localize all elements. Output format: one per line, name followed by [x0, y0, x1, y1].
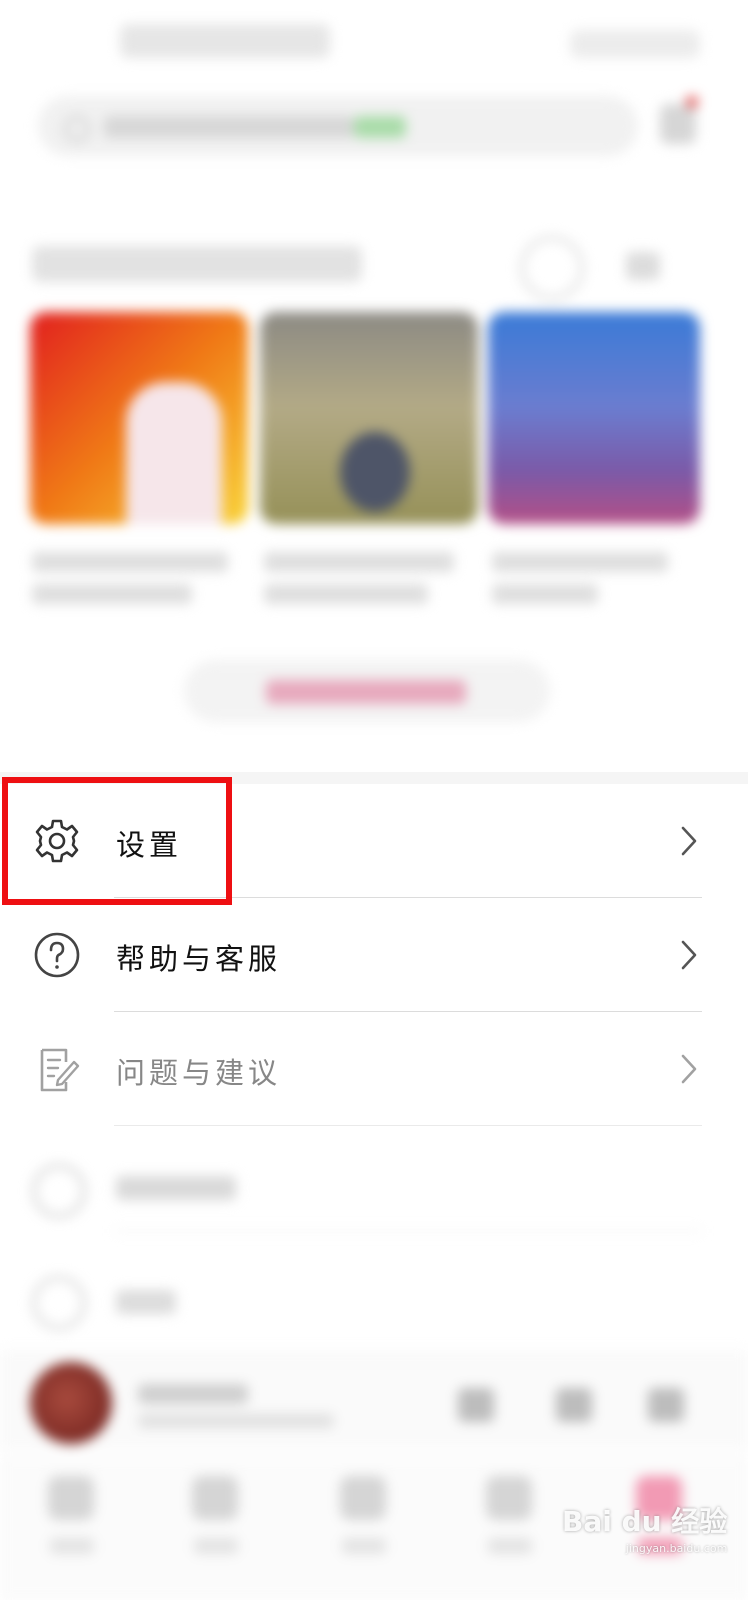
tab-label	[194, 1538, 238, 1554]
card-caption	[264, 552, 454, 572]
tab-label	[342, 1538, 386, 1554]
now-playing-title	[138, 1384, 248, 1404]
menu-item-label-blurred[interactable]	[116, 1176, 236, 1200]
message-icon[interactable]	[660, 104, 696, 144]
next-icon[interactable]	[556, 1388, 592, 1422]
tab-label	[488, 1538, 532, 1554]
top-bar	[0, 0, 748, 90]
question-circle-icon	[32, 930, 82, 980]
watermark-sub: jingyan.baidu.com	[625, 1542, 728, 1555]
divider	[114, 1125, 702, 1126]
edit-document-icon	[32, 1044, 82, 1094]
card-cover-figure	[340, 432, 410, 512]
chevron-right-icon	[676, 938, 702, 972]
section-circle-button[interactable]	[520, 236, 584, 300]
playlist-card[interactable]	[260, 312, 478, 524]
menu-item-label: 帮助与客服	[116, 942, 282, 976]
menu-item-label-blurred[interactable]	[116, 1290, 176, 1314]
top-bar-right-action[interactable]	[570, 30, 700, 58]
view-more-text	[266, 680, 466, 704]
play-pause-icon[interactable]	[458, 1388, 494, 1422]
playlist-icon[interactable]	[648, 1388, 684, 1422]
divider	[114, 1230, 702, 1232]
tab-icon[interactable]	[192, 1476, 238, 1520]
menu-item-label: 问题与建议	[116, 1056, 282, 1090]
card-cover-figure	[126, 382, 222, 524]
menu-item-icon	[32, 1276, 86, 1330]
menu-item-help[interactable]: 帮助与客服	[0, 898, 748, 1012]
menu-item-icon	[32, 1164, 86, 1218]
section-more-button[interactable]	[626, 252, 660, 280]
watermark-main: Bai du 经验	[562, 1505, 728, 1538]
now-playing-cover[interactable]	[30, 1362, 112, 1444]
top-bar-title[interactable]	[120, 24, 330, 58]
card-caption	[264, 584, 428, 604]
chevron-right-icon	[676, 1052, 702, 1086]
card-caption	[492, 584, 598, 604]
now-playing-subtitle	[138, 1414, 334, 1428]
section-title	[32, 246, 362, 282]
mini-player[interactable]	[0, 1350, 748, 1450]
notification-dot	[686, 96, 698, 108]
search-icon	[64, 116, 90, 142]
tab-label	[50, 1538, 94, 1554]
search-placeholder	[104, 116, 354, 138]
menu-item-feedback[interactable]: 问题与建议	[0, 1012, 748, 1126]
chevron-right-icon	[676, 824, 702, 858]
tab-icon[interactable]	[340, 1476, 386, 1520]
playlist-card[interactable]	[30, 312, 248, 524]
card-caption	[492, 552, 668, 572]
search-tag	[354, 116, 406, 138]
tab-icon[interactable]	[486, 1476, 532, 1520]
watermark: Bai du 经验 jingyan.baidu.com	[562, 1500, 727, 1555]
playlist-card[interactable]	[488, 312, 700, 524]
highlight-box	[2, 777, 232, 905]
tab-icon[interactable]	[48, 1476, 94, 1520]
card-caption	[32, 552, 228, 572]
card-caption	[32, 584, 192, 604]
